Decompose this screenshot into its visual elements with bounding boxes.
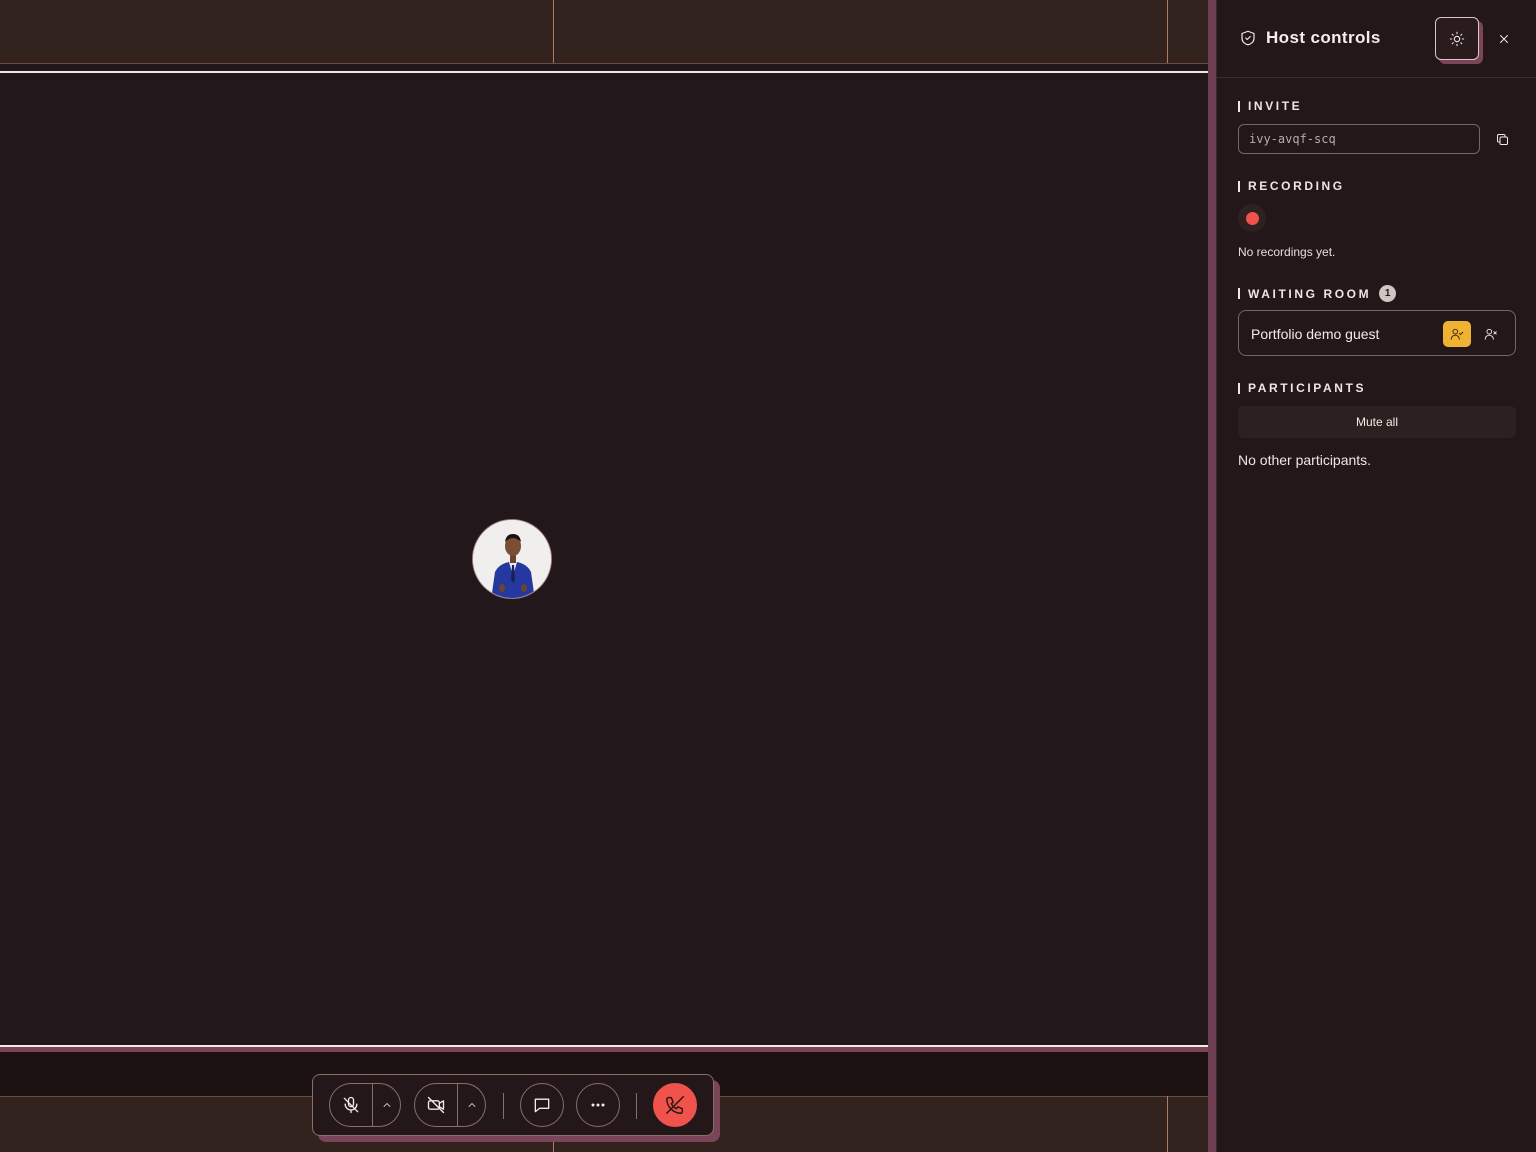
chevron-up-icon bbox=[383, 1103, 390, 1107]
user-x-icon bbox=[1484, 328, 1497, 340]
stage-top-border bbox=[0, 71, 1216, 73]
recordings-empty-text: No recordings yet. bbox=[1238, 245, 1336, 259]
person-avatar-icon bbox=[473, 520, 551, 598]
waiting-count-badge: 1 bbox=[1379, 285, 1397, 302]
chat-icon bbox=[534, 1098, 550, 1113]
shield-check-icon bbox=[1241, 30, 1255, 46]
more-icon bbox=[591, 1103, 605, 1107]
video-stage bbox=[0, 0, 1208, 1152]
grid-divider bbox=[553, 0, 554, 63]
waiting-guest-row: Portfolio demo guest bbox=[1238, 310, 1516, 356]
leave-call-button[interactable] bbox=[653, 1083, 697, 1127]
mic-options-button[interactable] bbox=[373, 1083, 401, 1127]
start-recording-button[interactable] bbox=[1238, 204, 1266, 232]
top-band bbox=[0, 0, 1208, 64]
mic-off-icon bbox=[343, 1096, 359, 1114]
admit-guest-button[interactable] bbox=[1443, 321, 1471, 347]
camera-off-icon bbox=[427, 1096, 445, 1114]
copy-invite-button[interactable] bbox=[1491, 128, 1513, 150]
record-icon bbox=[1245, 211, 1259, 225]
call-controls bbox=[312, 1074, 714, 1136]
close-panel-button[interactable] bbox=[1493, 28, 1515, 50]
panel-header: Host controls bbox=[1217, 0, 1536, 78]
controls-separator bbox=[636, 1093, 637, 1119]
invite-heading: INVITE bbox=[1238, 99, 1302, 113]
panel-edge-shadow bbox=[1208, 0, 1216, 1152]
deny-guest-button[interactable] bbox=[1477, 321, 1505, 347]
controls-separator bbox=[503, 1093, 504, 1119]
waiting-guest-name: Portfolio demo guest bbox=[1251, 326, 1380, 342]
participant-avatar bbox=[472, 519, 552, 599]
recording-heading: RECORDING bbox=[1238, 179, 1345, 193]
sun-icon bbox=[1449, 31, 1465, 46]
phone-off-icon bbox=[666, 1096, 684, 1114]
stage-bottom-shadow bbox=[0, 1047, 1216, 1052]
chevron-up-icon bbox=[468, 1103, 475, 1107]
waiting-room-heading: WAITING ROOM 1 bbox=[1238, 285, 1397, 302]
copy-icon bbox=[1496, 133, 1508, 145]
close-icon bbox=[1500, 35, 1508, 43]
chat-button[interactable] bbox=[520, 1083, 564, 1127]
participants-heading: PARTICIPANTS bbox=[1238, 381, 1366, 395]
panel-title: Host controls bbox=[1266, 28, 1381, 47]
theme-toggle-button[interactable] bbox=[1435, 17, 1479, 60]
grid-divider bbox=[1167, 1096, 1168, 1152]
mic-toggle-button[interactable] bbox=[329, 1083, 373, 1127]
user-check-icon bbox=[1450, 328, 1464, 340]
participants-empty-text: No other participants. bbox=[1238, 452, 1372, 468]
invite-code-field[interactable] bbox=[1238, 124, 1480, 154]
mute-all-button[interactable]: Mute all bbox=[1238, 406, 1516, 438]
stage-bottom-border bbox=[0, 1045, 1216, 1047]
host-controls-panel: Host controls INVITE RECORDING No record… bbox=[1216, 0, 1536, 1152]
camera-toggle-button[interactable] bbox=[414, 1083, 458, 1127]
grid-divider bbox=[1167, 0, 1168, 63]
more-options-button[interactable] bbox=[576, 1083, 620, 1127]
camera-options-button[interactable] bbox=[458, 1083, 486, 1127]
